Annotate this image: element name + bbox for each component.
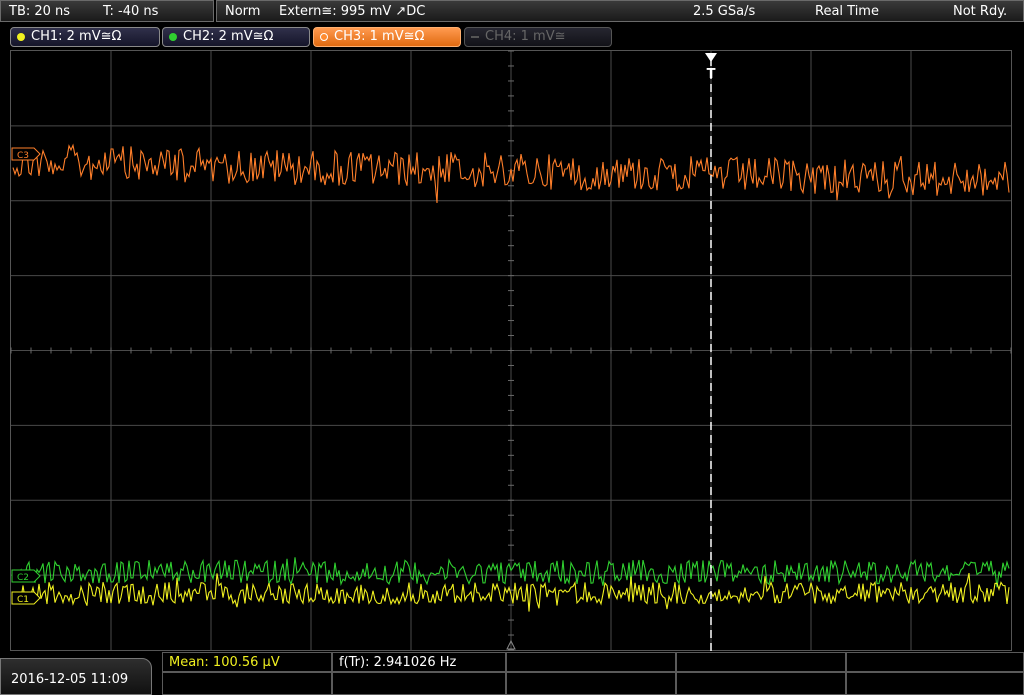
empty-cell-3[interactable] xyxy=(846,652,1024,672)
mean-measurement: Mean: 100.56 µV xyxy=(169,655,280,670)
empty-cell-5[interactable] xyxy=(332,672,506,695)
ch1-marker-label: C1 xyxy=(17,595,29,605)
datetime-text: 2016-12-05 11:09 xyxy=(11,672,129,687)
datetime-display: 2016-12-05 11:09 xyxy=(0,658,152,695)
empty-cell-8[interactable] xyxy=(846,672,1024,695)
trigger-marker-icon xyxy=(705,53,717,62)
ch3-marker-label: C3 xyxy=(17,151,29,161)
empty-cell-2[interactable] xyxy=(676,652,846,672)
trigger-label: T xyxy=(707,67,716,82)
frequency-measurement: f(Tr): 2.941026 Hz xyxy=(339,655,457,670)
empty-cell-6[interactable] xyxy=(506,672,676,695)
empty-cell-4[interactable] xyxy=(162,672,332,695)
waveform-canvas: T C3 C2 C1 xyxy=(10,50,1012,651)
empty-cell-1[interactable] xyxy=(506,652,676,672)
measurement-bar: Mean: 100.56 µV f(Tr): 2.941026 Hz xyxy=(0,652,1024,695)
frequency-cell[interactable]: f(Tr): 2.941026 Hz xyxy=(332,652,506,672)
ch2-marker-label: C2 xyxy=(17,573,29,583)
mean-cell[interactable]: Mean: 100.56 µV xyxy=(162,652,332,672)
empty-cell-7[interactable] xyxy=(676,672,846,695)
